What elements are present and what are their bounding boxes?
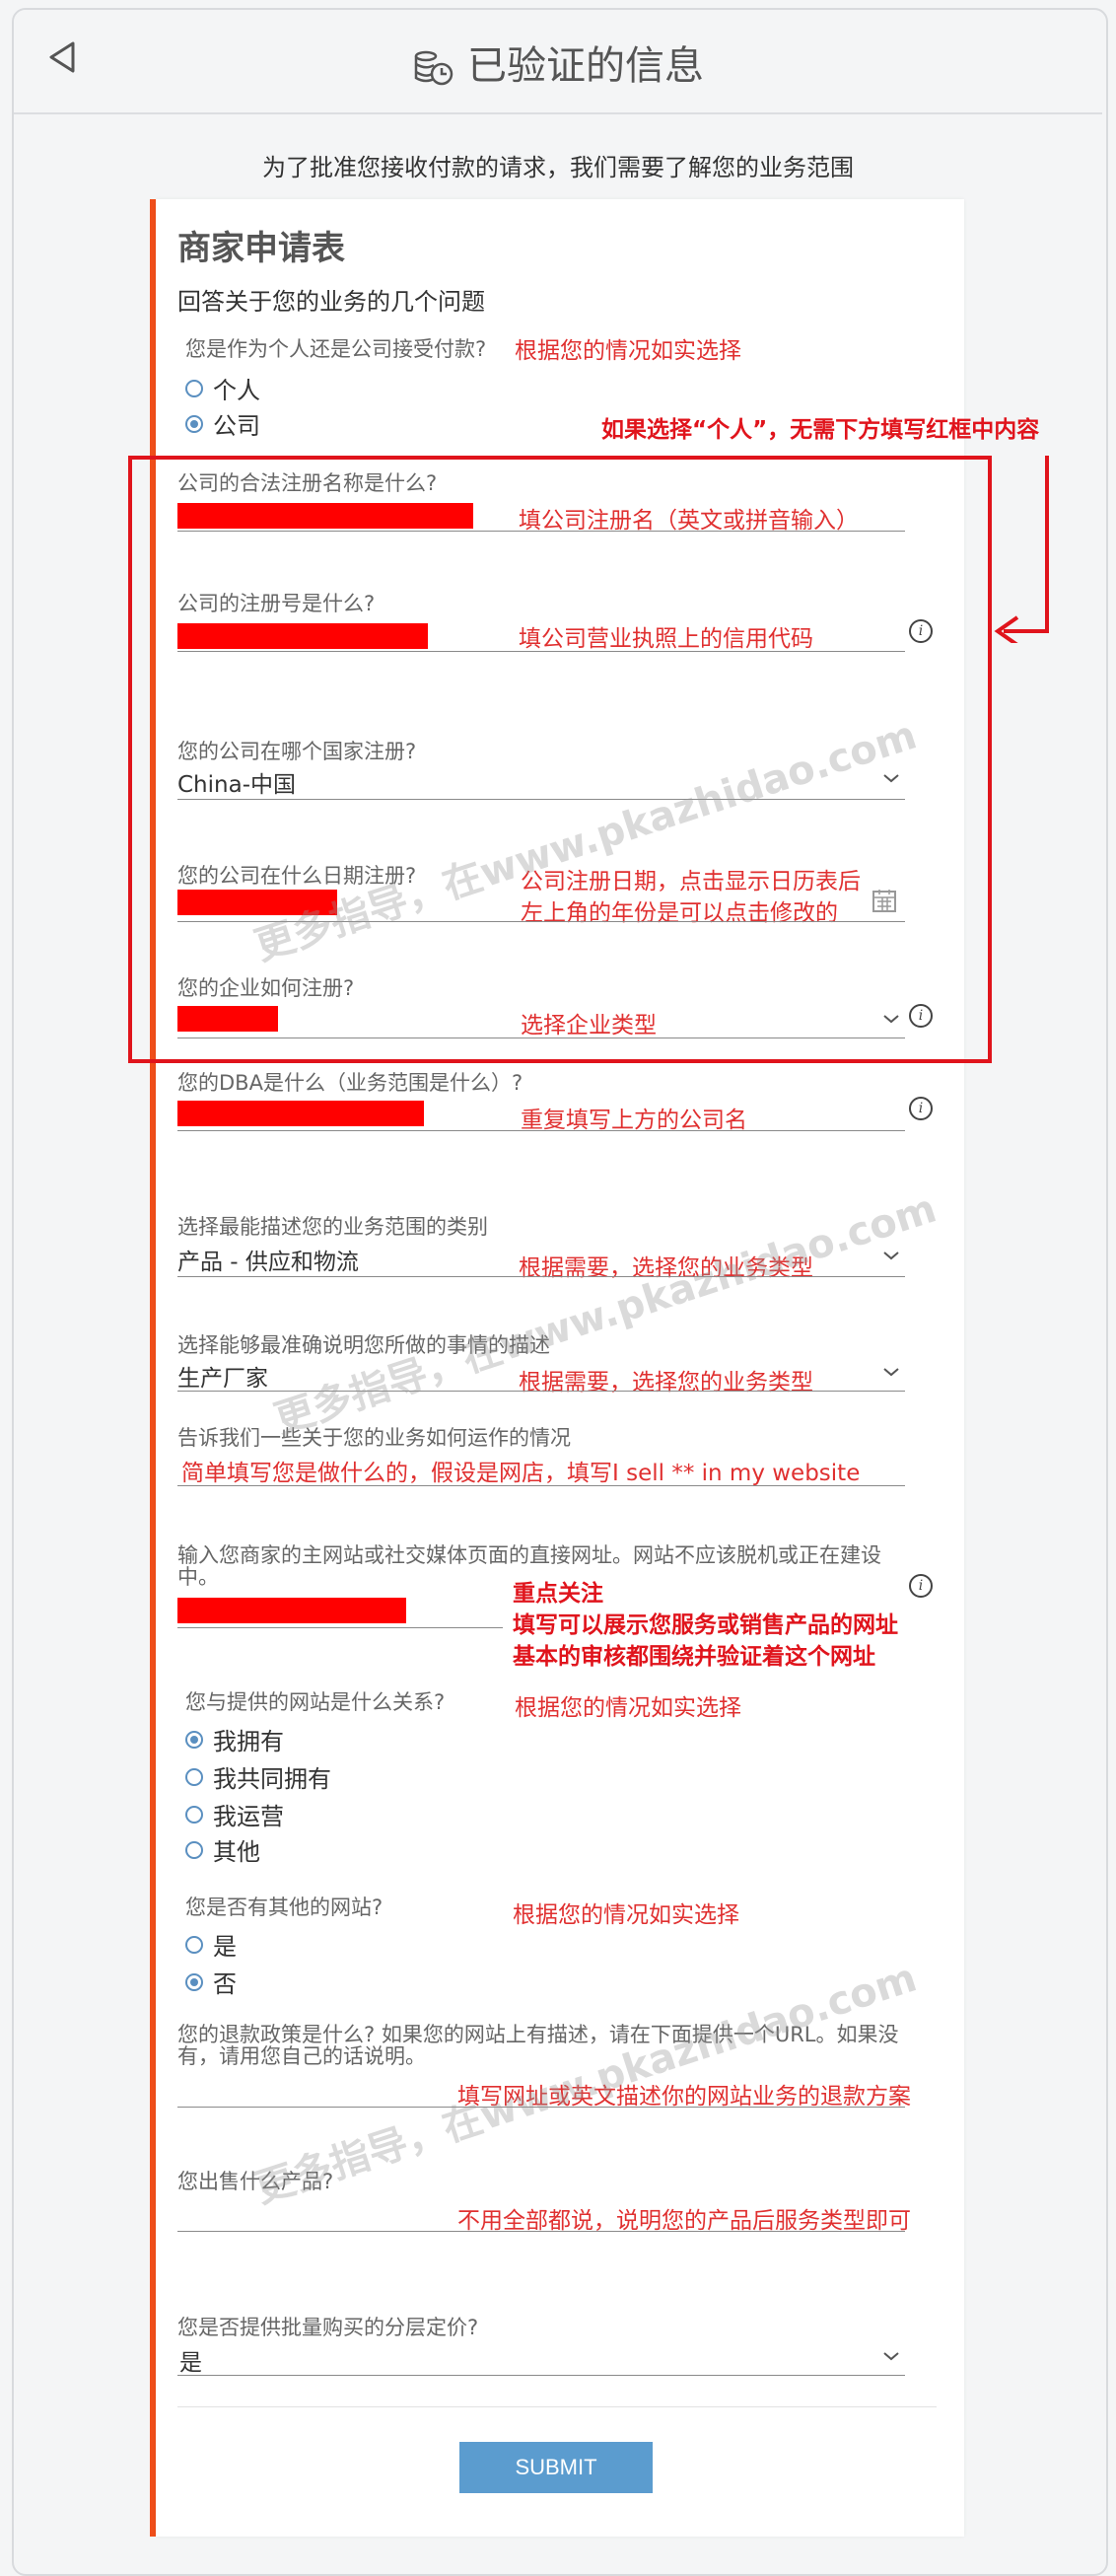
question-entity: 您的企业如何注册? (177, 976, 355, 1000)
divider (177, 2406, 937, 2407)
info-icon[interactable]: i (909, 619, 933, 643)
radio-selected-icon (185, 414, 203, 433)
redacted-value (177, 623, 428, 649)
dba-input[interactable] (177, 1130, 905, 1131)
chevron-down-icon[interactable] (881, 2349, 901, 2363)
question-other-sites: 您是否有其他的网站? (185, 1896, 384, 1919)
form-title: 商家申请表 (177, 229, 345, 268)
annotation-legal-name: 填公司注册名（英文或拼音输入） (519, 508, 859, 534)
redacted-value (177, 1598, 406, 1623)
page-title-text: 已验证的信息 (467, 43, 704, 89)
radio-icon (185, 1767, 203, 1786)
radio-icon (185, 1840, 203, 1859)
radio-company[interactable]: 公司 (185, 406, 260, 441)
radio-label: 其他 (213, 1838, 260, 1866)
radio-no[interactable]: 否 (185, 1965, 237, 1999)
question-reg-number: 公司的注册号是什么? (177, 592, 376, 615)
question-tiered: 您是否提供批量购买的分层定价? (177, 2316, 479, 2339)
annotation-relation: 根据您的情况如实选择 (515, 1695, 741, 1721)
redacted-value (177, 503, 473, 529)
redacted-value (177, 1006, 278, 1032)
radio-label: 公司 (213, 412, 260, 440)
products-input[interactable] (177, 2231, 905, 2232)
tiered-value: 是 (179, 2350, 202, 2376)
question-legal-name: 公司的合法注册名称是什么? (177, 471, 438, 495)
redacted-value (177, 1101, 424, 1126)
annotation-account-type: 根据您的情况如实选择 (515, 338, 741, 364)
radio-selected-icon (185, 1972, 203, 1991)
radio-own[interactable]: 我拥有 (185, 1722, 284, 1756)
radio-label: 个人 (213, 377, 260, 404)
question-operation: 告诉我们一些关于您的业务如何运作的情况 (177, 1426, 571, 1450)
annotation-entity: 选择企业类型 (521, 1013, 657, 1038)
radio-icon (185, 379, 203, 397)
radio-yes[interactable]: 是 (185, 1927, 237, 1962)
question-relation: 您与提供的网站是什么关系? (185, 1690, 446, 1714)
info-icon[interactable]: i (909, 1574, 933, 1598)
question-category: 选择最能描述您的业务范围的类别 (177, 1215, 488, 1239)
category-value: 产品 - 供应和物流 (177, 1250, 359, 1275)
annotation-website-1: 重点关注 (513, 1581, 603, 1607)
chevron-down-icon[interactable] (881, 1249, 901, 1262)
country-select[interactable] (177, 799, 905, 800)
radio-other[interactable]: 其他 (185, 1832, 260, 1867)
annotation-dba: 重复填写上方的公司名 (521, 1108, 747, 1133)
top-bar: 已验证的信息 (14, 10, 1102, 114)
submit-button[interactable]: SUBMIT (459, 2442, 653, 2493)
annotation-website-2: 填写可以展示您服务或销售产品的网址 (513, 1612, 898, 1638)
annotation-arrow-icon (994, 456, 1049, 643)
operation-input[interactable] (177, 1485, 905, 1486)
radio-label: 否 (213, 1970, 237, 1998)
coins-clock-icon (414, 50, 453, 86)
question-account-type: 您是作为个人还是公司接受付款? (185, 337, 487, 361)
question-country: 您的公司在哪个国家注册? (177, 740, 417, 763)
intro-text: 为了批准您接收付款的请求，我们需要了解您的业务范围 (262, 154, 854, 181)
chevron-down-icon[interactable] (881, 1365, 901, 1379)
annotation-other-sites: 根据您的情况如实选择 (513, 1902, 739, 1928)
info-icon[interactable]: i (909, 1004, 933, 1028)
annotation-redbox-hint: 如果选择“个人”，无需下方填写红框中内容 (601, 417, 1040, 443)
radio-operate[interactable]: 我运营 (185, 1797, 284, 1831)
tiered-select[interactable] (177, 2375, 905, 2376)
radio-label: 我运营 (213, 1803, 284, 1830)
legal-name-input[interactable] (177, 531, 905, 532)
calendar-icon[interactable] (872, 888, 897, 913)
annotation-website-3: 基本的审核都围绕并验证着这个网址 (513, 1644, 875, 1670)
chevron-down-icon[interactable] (881, 771, 901, 785)
annotation-products: 不用全部都说，说明您的产品后服务类型即可 (457, 2208, 911, 2234)
radio-selected-icon (185, 1730, 203, 1749)
radio-icon (185, 1935, 203, 1954)
annotation-operation: 简单填写您是做什么的，假设是网店，填写I sell ** in my websi… (181, 1461, 861, 1486)
annotation-reg-number: 填公司营业执照上的信用代码 (519, 626, 813, 652)
radio-label: 我共同拥有 (213, 1765, 331, 1793)
radio-co-own[interactable]: 我共同拥有 (185, 1759, 331, 1794)
question-dba: 您的DBA是什么（业务范围是什么）? (177, 1071, 523, 1095)
subcategory-value: 生产厂家 (177, 1366, 268, 1392)
page-title: 已验证的信息 (14, 34, 1102, 91)
radio-label: 是 (213, 1933, 237, 1961)
chevron-down-icon[interactable] (881, 1012, 901, 1026)
website-input[interactable] (177, 1627, 503, 1628)
form-subtitle: 回答关于您的业务的几个问题 (177, 288, 485, 316)
radio-label: 我拥有 (213, 1728, 284, 1755)
radio-individual[interactable]: 个人 (185, 371, 260, 405)
reg-number-input[interactable] (177, 651, 905, 652)
radio-icon (185, 1805, 203, 1824)
info-icon[interactable]: i (909, 1097, 933, 1120)
country-value: China-中国 (177, 772, 296, 798)
